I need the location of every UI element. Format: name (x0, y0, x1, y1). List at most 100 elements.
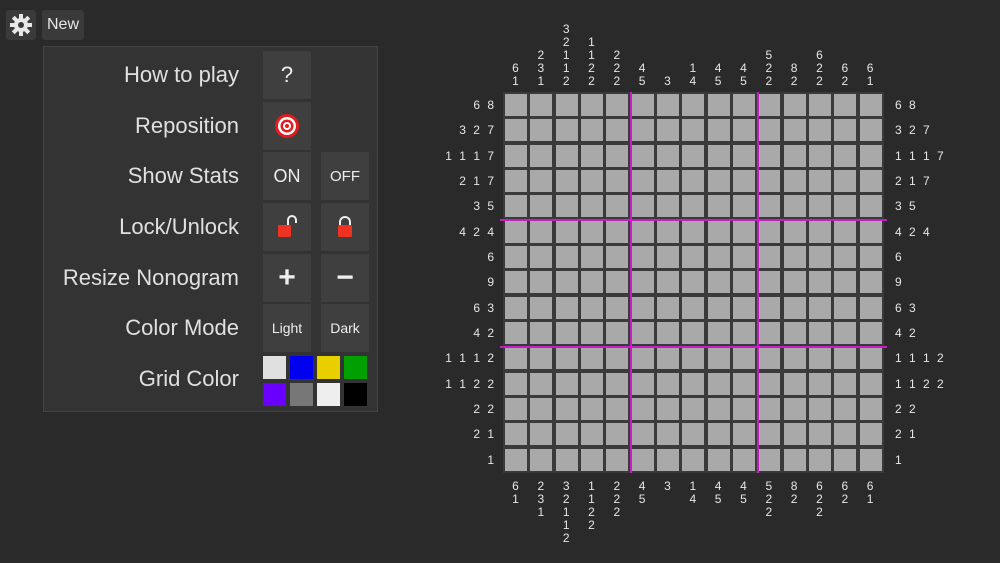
grid-cell[interactable] (808, 372, 831, 395)
grid-cell[interactable] (656, 372, 679, 395)
grid-cell[interactable] (682, 94, 705, 116)
grid-cell[interactable] (732, 347, 755, 370)
grid-cell[interactable] (631, 423, 654, 446)
grid-cell[interactable] (555, 321, 578, 344)
grid-cell[interactable] (808, 220, 831, 243)
grid-cell[interactable] (783, 296, 806, 319)
grid-color-swatch[interactable] (317, 383, 340, 406)
grid-cell[interactable] (555, 397, 578, 420)
grid-cell[interactable] (707, 347, 730, 370)
grid-cell[interactable] (808, 119, 831, 142)
lock-button[interactable] (321, 203, 369, 251)
grid-cell[interactable] (656, 397, 679, 420)
grid-cell[interactable] (834, 321, 857, 344)
grid-cell[interactable] (732, 397, 755, 420)
grid-cell[interactable] (758, 397, 781, 420)
grid-cell[interactable] (808, 271, 831, 294)
grid-cell[interactable] (707, 397, 730, 420)
grid-color-swatch[interactable] (344, 356, 367, 379)
grid-cell[interactable] (732, 296, 755, 319)
grid-cell[interactable] (656, 144, 679, 167)
grid-cell[interactable] (808, 144, 831, 167)
grid-cell[interactable] (606, 220, 629, 243)
grid-cell[interactable] (732, 423, 755, 446)
grid-cell[interactable] (555, 245, 578, 268)
grid-cell[interactable] (530, 347, 553, 370)
grid-cell[interactable] (682, 119, 705, 142)
grid-cell[interactable] (606, 296, 629, 319)
grid-cell[interactable] (707, 195, 730, 218)
grid-cell[interactable] (732, 195, 755, 218)
grid-cell[interactable] (707, 296, 730, 319)
grid-cell[interactable] (859, 448, 882, 471)
grid-cell[interactable] (859, 423, 882, 446)
grid-cell[interactable] (656, 94, 679, 116)
grid-color-swatch[interactable] (290, 383, 313, 406)
grid-cell[interactable] (682, 245, 705, 268)
grid-color-swatch[interactable] (317, 356, 340, 379)
grid-cell[interactable] (834, 423, 857, 446)
grid-cell[interactable] (580, 372, 603, 395)
grid-cell[interactable] (631, 169, 654, 192)
grid-cell[interactable] (580, 220, 603, 243)
show-stats-on-button[interactable]: ON (263, 152, 311, 200)
reposition-button[interactable] (263, 102, 311, 150)
grid-cell[interactable] (707, 448, 730, 471)
grid-cell[interactable] (808, 423, 831, 446)
grid-cell[interactable] (631, 119, 654, 142)
grid-cell[interactable] (808, 448, 831, 471)
grid-cell[interactable] (859, 119, 882, 142)
grid-cell[interactable] (606, 195, 629, 218)
grid-cell[interactable] (783, 321, 806, 344)
grid-cell[interactable] (530, 423, 553, 446)
grid-cell[interactable] (682, 169, 705, 192)
grid-cell[interactable] (530, 119, 553, 142)
grid-cell[interactable] (580, 397, 603, 420)
grid-cell[interactable] (808, 296, 831, 319)
grid-cell[interactable] (783, 448, 806, 471)
grid-cell[interactable] (505, 94, 527, 116)
grid-cell[interactable] (682, 195, 705, 218)
grid-cell[interactable] (505, 347, 527, 370)
grid-cell[interactable] (834, 169, 857, 192)
grid-cell[interactable] (783, 271, 806, 294)
grid-cell[interactable] (808, 245, 831, 268)
grid-cell[interactable] (859, 94, 882, 116)
grid-cell[interactable] (656, 448, 679, 471)
grid-cell[interactable] (707, 372, 730, 395)
grid-cell[interactable] (606, 423, 629, 446)
grid-cell[interactable] (707, 94, 730, 116)
grid-cell[interactable] (682, 397, 705, 420)
new-game-button[interactable]: New (42, 10, 85, 40)
grid-cell[interactable] (631, 296, 654, 319)
grid-cell[interactable] (530, 94, 553, 116)
grid-cell[interactable] (555, 144, 578, 167)
grid-cell[interactable] (859, 169, 882, 192)
settings-gear-button[interactable] (6, 10, 36, 40)
grid-cell[interactable] (682, 347, 705, 370)
grid-cell[interactable] (758, 372, 781, 395)
grid-cell[interactable] (505, 144, 527, 167)
grid-cell[interactable] (656, 271, 679, 294)
grid-cell[interactable] (631, 321, 654, 344)
grid-cell[interactable] (530, 220, 553, 243)
grid-cell[interactable] (580, 195, 603, 218)
grid-cell[interactable] (732, 271, 755, 294)
shrink-button[interactable]: − (321, 254, 369, 302)
grid-cell[interactable] (758, 321, 781, 344)
grid-cell[interactable] (834, 347, 857, 370)
grid-cell[interactable] (505, 321, 527, 344)
grid-color-swatch[interactable] (344, 383, 367, 406)
grid-cell[interactable] (555, 372, 578, 395)
grid-cell[interactable] (555, 169, 578, 192)
grid-cell[interactable] (783, 347, 806, 370)
grid-cell[interactable] (580, 119, 603, 142)
grid-cell[interactable] (606, 169, 629, 192)
grid-cell[interactable] (707, 220, 730, 243)
grid-cell[interactable] (834, 220, 857, 243)
grid-cell[interactable] (783, 372, 806, 395)
grid-cell[interactable] (580, 144, 603, 167)
grid-cell[interactable] (834, 448, 857, 471)
grid-cell[interactable] (682, 423, 705, 446)
grid-color-swatch[interactable] (290, 356, 313, 379)
